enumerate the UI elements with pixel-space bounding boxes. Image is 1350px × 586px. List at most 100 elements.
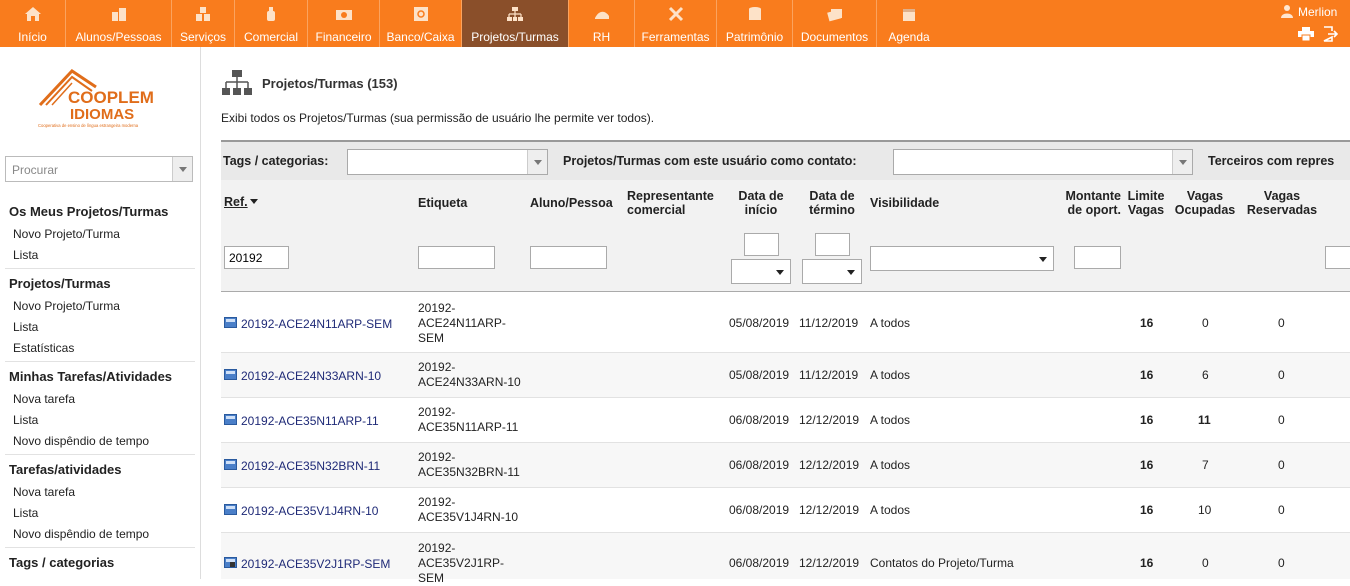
project-ref-link[interactable]: 20192-ACE24N33ARN-10 — [241, 369, 381, 383]
project-label: 20192-ACE24N11ARP-SEM — [418, 301, 506, 345]
vagas-reservadas: 0 — [1278, 556, 1285, 570]
ref-filter-input[interactable] — [224, 246, 289, 269]
menu-heading-my-tasks[interactable]: Minhas Tarefas/Atividades — [9, 369, 172, 384]
vagas-reservadas: 0 — [1278, 413, 1285, 427]
chevron-down-icon — [1172, 150, 1192, 174]
search-select[interactable]: Procurar — [5, 156, 193, 182]
menu-item-list[interactable]: Lista — [13, 248, 38, 262]
tab-ferramentas[interactable]: Ferramentas — [635, 0, 717, 47]
print-icon[interactable] — [1298, 27, 1314, 41]
column-limite-vagas[interactable]: Limite Vagas — [1123, 189, 1169, 217]
project-label: 20192-ACE35V1J4RN-10 — [418, 495, 519, 524]
menu-item-new-time-spent[interactable]: Novo dispêndio de tempo — [13, 434, 149, 448]
tab-servicos[interactable]: Serviços — [172, 0, 235, 47]
visibility: A todos — [870, 503, 911, 517]
home-icon — [24, 7, 41, 21]
menu-item-new-task[interactable]: Nova tarefa — [13, 485, 75, 499]
visibility: A todos — [870, 316, 911, 330]
project-ref-link[interactable]: 20192-ACE35N11ARP-11 — [241, 414, 379, 428]
end-date: 12/12/2019 — [799, 458, 860, 472]
menu-item-new-project[interactable]: Novo Projeto/Turma — [13, 227, 120, 241]
aluno-filter-input[interactable] — [530, 246, 607, 269]
project-ref-link[interactable]: 20192-ACE35N32BRN-11 — [241, 459, 380, 473]
vagas-ocupadas: 7 — [1202, 458, 1209, 472]
table-row[interactable]: 20192-ACE35V1J4RN-10 20192-ACE35V1J4RN-1… — [221, 488, 1350, 533]
header-line: Vagas — [1127, 203, 1165, 217]
end-date: 12/12/2019 — [799, 503, 860, 517]
table-row[interactable]: 20192-ACE35V2J1RP-SEM 20192-ACE35V2J1RP-… — [221, 533, 1350, 585]
top-navigation-bar: Início Alunos/Pessoas Serviços Comercial… — [0, 0, 1350, 47]
start-date: 06/08/2019 — [729, 556, 790, 570]
project-icon — [224, 459, 237, 470]
menu-item-list[interactable]: Lista — [13, 320, 38, 334]
chevron-down-icon — [527, 150, 547, 174]
tab-inicio[interactable]: Início — [0, 0, 66, 47]
column-vagas-ocupadas[interactable]: Vagas Ocupadas — [1171, 189, 1239, 217]
tab-rh[interactable]: RH — [569, 0, 635, 47]
etiqueta-filter-input[interactable] — [418, 246, 495, 269]
table-row[interactable]: 20192-ACE24N11ARP-SEM 20192-ACE24N11ARP-… — [221, 293, 1350, 353]
menu-item-new-time-spent[interactable]: Novo dispêndio de tempo — [13, 527, 149, 541]
contact-filter-select[interactable] — [893, 149, 1193, 175]
menu-heading-tags[interactable]: Tags / categorias — [9, 555, 114, 570]
tab-alunos-pessoas[interactable]: Alunos/Pessoas — [66, 0, 172, 47]
header-line: Representante — [627, 189, 714, 203]
user-icon — [1281, 5, 1293, 18]
extra-filter-input[interactable] — [1325, 246, 1350, 269]
termino-day-input[interactable] — [815, 233, 850, 256]
end-date: 11/12/2019 — [799, 316, 859, 330]
table-row[interactable]: 20192-ACE35N32BRN-11 20192-ACE35N32BRN-1… — [221, 443, 1350, 488]
tab-financeiro[interactable]: Financeiro — [308, 0, 380, 47]
column-montante[interactable]: Montante de oport. — [1057, 189, 1121, 217]
column-data-inicio[interactable]: Data de início — [731, 189, 791, 217]
user-name: Merlion — [1298, 5, 1338, 19]
project-label: 20192-ACE24N33ARN-10 — [418, 360, 521, 389]
inicio-month-select[interactable] — [731, 259, 791, 284]
inicio-day-input[interactable] — [744, 233, 779, 256]
menu-item-list[interactable]: Lista — [13, 413, 38, 427]
vagas-reservadas: 0 — [1278, 316, 1285, 330]
column-ref[interactable]: Ref. — [224, 195, 258, 209]
tab-comercial[interactable]: Comercial — [235, 0, 308, 47]
column-visibilidade[interactable]: Visibilidade — [870, 196, 939, 210]
building-icon — [111, 8, 126, 21]
tab-banco-caixa[interactable]: Banco/Caixa — [380, 0, 462, 47]
menu-heading-my-projects[interactable]: Os Meus Projetos/Turmas — [9, 204, 168, 219]
tab-documentos[interactable]: Documentos — [793, 0, 877, 47]
column-representante[interactable]: Representante comercial — [627, 189, 714, 217]
vagas-reservadas: 0 — [1278, 458, 1285, 472]
project-ref-link[interactable]: 20192-ACE35V1J4RN-10 — [241, 504, 378, 518]
tab-label: Ferramentas — [641, 30, 710, 44]
menu-item-statistics[interactable]: Estatísticas — [13, 341, 74, 355]
limite-vagas: 16 — [1140, 458, 1154, 472]
table-row[interactable]: 20192-ACE24N33ARN-10 20192-ACE24N33ARN-1… — [221, 353, 1350, 398]
menu-heading-tasks[interactable]: Tarefas/atividades — [9, 462, 121, 477]
sidebar: COOPLEM IDIOMAS Cooperativa de ensino de… — [0, 47, 201, 579]
project-ref-link[interactable]: 20192-ACE24N11ARP-SEM — [241, 317, 392, 331]
start-date: 05/08/2019 — [729, 316, 790, 330]
menu-heading-projects[interactable]: Projetos/Turmas — [9, 276, 111, 291]
table-row[interactable]: 20192-ACE35N11ARP-11 20192-ACE35N11ARP-1… — [221, 398, 1350, 443]
montante-filter-input[interactable] — [1074, 246, 1121, 269]
column-data-termino[interactable]: Data de término — [802, 189, 862, 217]
termino-month-select[interactable] — [802, 259, 862, 284]
project-icon — [224, 317, 237, 328]
logout-icon[interactable] — [1322, 26, 1338, 42]
chevron-down-icon[interactable] — [172, 157, 192, 181]
menu-item-new-project[interactable]: Novo Projeto/Turma — [13, 299, 120, 313]
sort-down-icon — [249, 199, 258, 208]
search-placeholder: Procurar — [12, 163, 59, 177]
tab-projetos-turmas[interactable]: Projetos/Turmas — [462, 0, 569, 47]
tags-filter-select[interactable] — [347, 149, 548, 175]
tab-patrimonio[interactable]: Patrimônio — [717, 0, 793, 47]
column-aluno-pessoa[interactable]: Aluno/Pessoa — [530, 196, 613, 210]
tab-label: Serviços — [179, 30, 226, 44]
visibilidade-select[interactable] — [870, 246, 1054, 271]
column-etiqueta[interactable]: Etiqueta — [418, 196, 467, 210]
vagas-ocupadas: 6 — [1202, 368, 1209, 382]
menu-item-list[interactable]: Lista — [13, 506, 38, 520]
menu-item-new-task[interactable]: Nova tarefa — [13, 392, 75, 406]
column-vagas-reservadas[interactable]: Vagas Reservadas — [1241, 189, 1323, 217]
tab-agenda[interactable]: Agenda — [877, 0, 941, 47]
project-ref-link[interactable]: 20192-ACE35V2J1RP-SEM — [241, 557, 390, 571]
